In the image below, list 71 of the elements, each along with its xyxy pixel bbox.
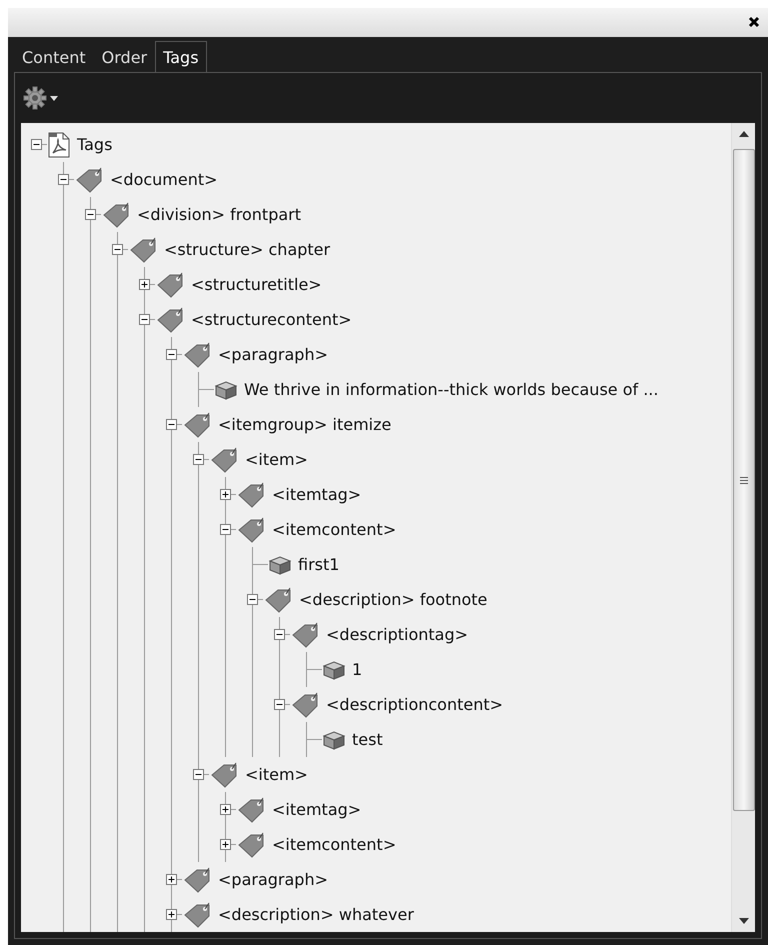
tree-item[interactable]: Tags (77, 135, 112, 154)
expand-icon[interactable] (220, 839, 231, 850)
tree-item[interactable]: <description> whatever (218, 905, 414, 924)
tree-item[interactable]: <item> (245, 765, 308, 784)
tree-item[interactable]: <item> (245, 450, 308, 469)
tag-icon (290, 692, 320, 718)
close-icon[interactable] (748, 16, 760, 28)
tag-icon (101, 202, 131, 228)
collapse-icon[interactable] (112, 244, 123, 255)
tag-icon (182, 902, 212, 928)
collapse-icon[interactable] (274, 699, 285, 710)
tree-item[interactable]: 1 (352, 660, 362, 679)
collapse-icon[interactable] (247, 594, 258, 605)
tag-icon (182, 342, 212, 368)
tree-item[interactable]: <division> frontpart (137, 205, 301, 224)
settings-icon (23, 86, 47, 110)
tag-icon (182, 412, 212, 438)
tree-item[interactable]: <descriptioncontent> (326, 695, 504, 714)
tree-item[interactable]: <itemtag> (272, 485, 362, 504)
expand-icon[interactable] (166, 874, 177, 885)
collapse-icon[interactable] (58, 174, 69, 185)
tag-icon (236, 516, 266, 542)
tag-icon (155, 306, 185, 332)
tree-item[interactable]: <itemtag> (272, 800, 362, 819)
tag-icon (209, 762, 239, 788)
tree-item[interactable]: <document> (110, 170, 218, 189)
collapse-icon[interactable] (193, 454, 204, 465)
tree-item[interactable]: <description> footnote (299, 590, 488, 609)
scroll-down-icon[interactable] (738, 918, 748, 924)
tab[interactable]: Content (14, 40, 94, 72)
tree-item[interactable]: <paragraph> (218, 870, 328, 889)
collapse-icon[interactable] (274, 629, 285, 640)
expand-icon[interactable] (220, 804, 231, 815)
tree-item[interactable]: test (352, 730, 383, 749)
tag-icon (182, 866, 212, 892)
collapse-icon[interactable] (166, 349, 177, 360)
pdf-document-icon (47, 132, 71, 158)
tag-icon (236, 832, 266, 858)
tree-item[interactable]: We thrive in information--thick worlds because of ... (244, 380, 658, 399)
collapse-icon[interactable] (193, 769, 204, 780)
tag-icon (290, 622, 320, 648)
grip-icon (740, 476, 748, 484)
caret-icon (50, 96, 58, 100)
tag-icon (209, 446, 239, 472)
scroll-up-icon[interactable] (738, 131, 748, 137)
tree-item[interactable]: <descriptiontag> (326, 625, 468, 644)
expand-icon[interactable] (139, 279, 150, 290)
tag-icon (128, 236, 158, 262)
tree-item[interactable]: <structuretitle> (191, 275, 322, 294)
collapse-icon[interactable] (166, 419, 177, 430)
tree-item[interactable]: <structure> chapter (164, 240, 330, 259)
tree-item[interactable]: <structurecontent> (191, 310, 352, 329)
tree-item[interactable]: first1 (298, 555, 340, 574)
tag-icon (155, 272, 185, 298)
tree-item[interactable]: <paragraph> (218, 345, 328, 364)
expand-icon[interactable] (166, 909, 177, 920)
tree-item[interactable]: <itemcontent> (272, 520, 396, 539)
collapse-icon[interactable] (220, 524, 231, 535)
tree-item[interactable]: <itemgroup> itemize (218, 415, 392, 434)
collapse-icon[interactable] (85, 209, 96, 220)
tag-icon (74, 166, 104, 192)
tree-item[interactable]: <itemcontent> (272, 835, 396, 854)
tag-icon (236, 796, 266, 822)
options-menu-button[interactable] (23, 86, 58, 110)
tag-icon (236, 482, 266, 508)
tab[interactable]: Tags (155, 40, 207, 72)
tag-icon (263, 586, 293, 612)
expand-icon[interactable] (220, 489, 231, 500)
collapse-icon[interactable] (31, 139, 42, 150)
collapse-icon[interactable] (139, 314, 150, 325)
tab[interactable]: Order (94, 40, 156, 72)
